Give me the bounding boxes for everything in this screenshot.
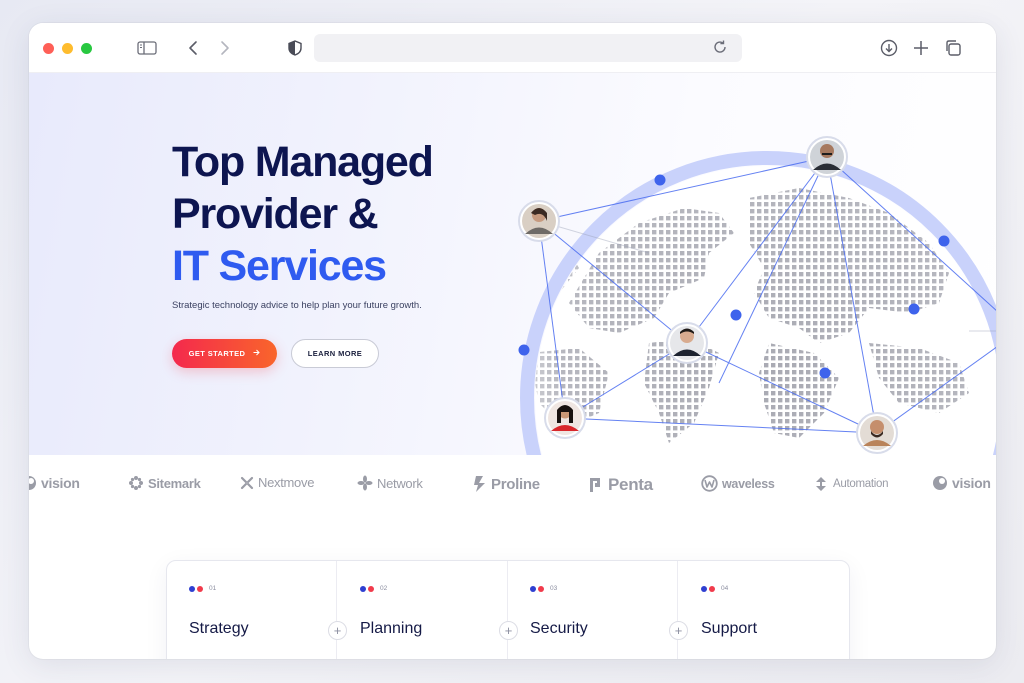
- expand-plus-icon[interactable]: +: [669, 621, 688, 640]
- sitemark-logo-icon: [128, 475, 144, 491]
- arrow-right-icon: [253, 349, 261, 358]
- service-label: Strategy: [189, 620, 249, 637]
- avatar-node-5: [856, 412, 898, 454]
- logo-label: Network: [377, 475, 423, 491]
- new-tab-plus-icon[interactable]: [910, 37, 932, 59]
- logo-label: waveless: [722, 476, 775, 491]
- expand-plus-icon[interactable]: +: [499, 621, 518, 640]
- service-number: 01: [209, 585, 217, 592]
- vision-logo-icon: [932, 475, 948, 491]
- get-started-button[interactable]: GET STARTED: [172, 339, 277, 368]
- logo-label: Nextmove: [258, 475, 315, 490]
- logo-label: vision: [952, 475, 991, 491]
- browser-window: Top Managed Provider & IT Services Strat…: [29, 23, 996, 659]
- logo-nextmove: Nextmove: [240, 475, 314, 490]
- service-pips: [701, 586, 715, 592]
- nextmove-logo-icon: [240, 476, 254, 490]
- webpage: Top Managed Provider & IT Services Strat…: [29, 73, 996, 659]
- expand-plus-icon[interactable]: +: [328, 621, 347, 640]
- logo-label: Penta: [608, 475, 653, 494]
- logo-sitemark: Sitemark: [128, 475, 201, 491]
- minimize-window-button[interactable]: [62, 43, 73, 54]
- service-strategy[interactable]: 01 Strategy +: [167, 561, 347, 659]
- hero-subtitle: Strategic technology advice to help plan…: [172, 300, 422, 311]
- service-number: 04: [721, 585, 729, 592]
- service-security[interactable]: 03 Security +: [508, 561, 688, 659]
- logo-vision-left: vision: [29, 475, 80, 491]
- shield-icon[interactable]: [284, 37, 306, 59]
- hero-title-line-2: Provider &: [172, 190, 379, 238]
- service-number: 02: [380, 585, 388, 592]
- tab-overview-icon[interactable]: [942, 37, 964, 59]
- close-window-button[interactable]: [43, 43, 54, 54]
- get-started-label: GET STARTED: [188, 349, 246, 358]
- hero-title-line-1: Top Managed: [172, 138, 434, 186]
- logo-waveless: waveless: [701, 475, 775, 492]
- partner-logos: vision Sitemark Nextmove Network Proline…: [29, 469, 996, 503]
- avatar-node-3: [666, 322, 708, 364]
- service-label: Planning: [360, 620, 423, 637]
- forward-arrow-icon[interactable]: [214, 37, 236, 59]
- penta-logo-icon: [588, 476, 604, 494]
- proline-logo-icon: [473, 475, 487, 493]
- hero-title: Top Managed Provider & IT Services: [172, 136, 502, 292]
- waveless-logo-icon: [701, 475, 718, 492]
- service-support[interactable]: 04 Support: [679, 561, 849, 659]
- logo-automation: Automation: [813, 475, 888, 493]
- logo-vision-right: vision: [932, 475, 991, 491]
- service-label: Support: [701, 620, 758, 637]
- logo-label: Automation: [833, 478, 889, 490]
- logo-label: vision: [41, 475, 80, 491]
- download-icon[interactable]: [878, 37, 900, 59]
- logo-label: Proline: [491, 475, 540, 493]
- logo-penta: Penta: [588, 475, 653, 495]
- learn-more-label: LEARN MORE: [307, 349, 363, 358]
- hero-title-accent: IT Services: [172, 242, 387, 290]
- hero-section: Top Managed Provider & IT Services Strat…: [29, 73, 996, 455]
- automation-logo-icon: [813, 475, 829, 493]
- service-planning[interactable]: 02 Planning +: [338, 561, 518, 659]
- avatar-node-4: [544, 397, 586, 439]
- browser-toolbar: [29, 23, 996, 73]
- sidebar-toggle-icon[interactable]: [136, 37, 158, 59]
- globe-network-illustration: [518, 136, 996, 455]
- logo-network: Network: [357, 475, 423, 491]
- services-card: 01 Strategy + 02 Planning + 03 Security …: [166, 560, 850, 659]
- network-logo-icon: [357, 475, 373, 491]
- service-number: 03: [550, 585, 558, 592]
- logo-label: Sitemark: [148, 475, 201, 491]
- learn-more-button[interactable]: LEARN MORE: [291, 339, 379, 368]
- avatar-node-2: [806, 136, 848, 178]
- service-label: Security: [530, 620, 588, 637]
- reload-icon[interactable]: [712, 39, 728, 60]
- service-pips: [530, 586, 544, 592]
- maximize-window-button[interactable]: [81, 43, 92, 54]
- service-pips: [189, 586, 203, 592]
- service-pips: [360, 586, 374, 592]
- address-bar[interactable]: [314, 34, 742, 62]
- back-arrow-icon[interactable]: [182, 37, 204, 59]
- logo-proline: Proline: [473, 475, 540, 493]
- vision-logo-icon: [29, 475, 37, 491]
- avatar-node-1: [518, 200, 560, 242]
